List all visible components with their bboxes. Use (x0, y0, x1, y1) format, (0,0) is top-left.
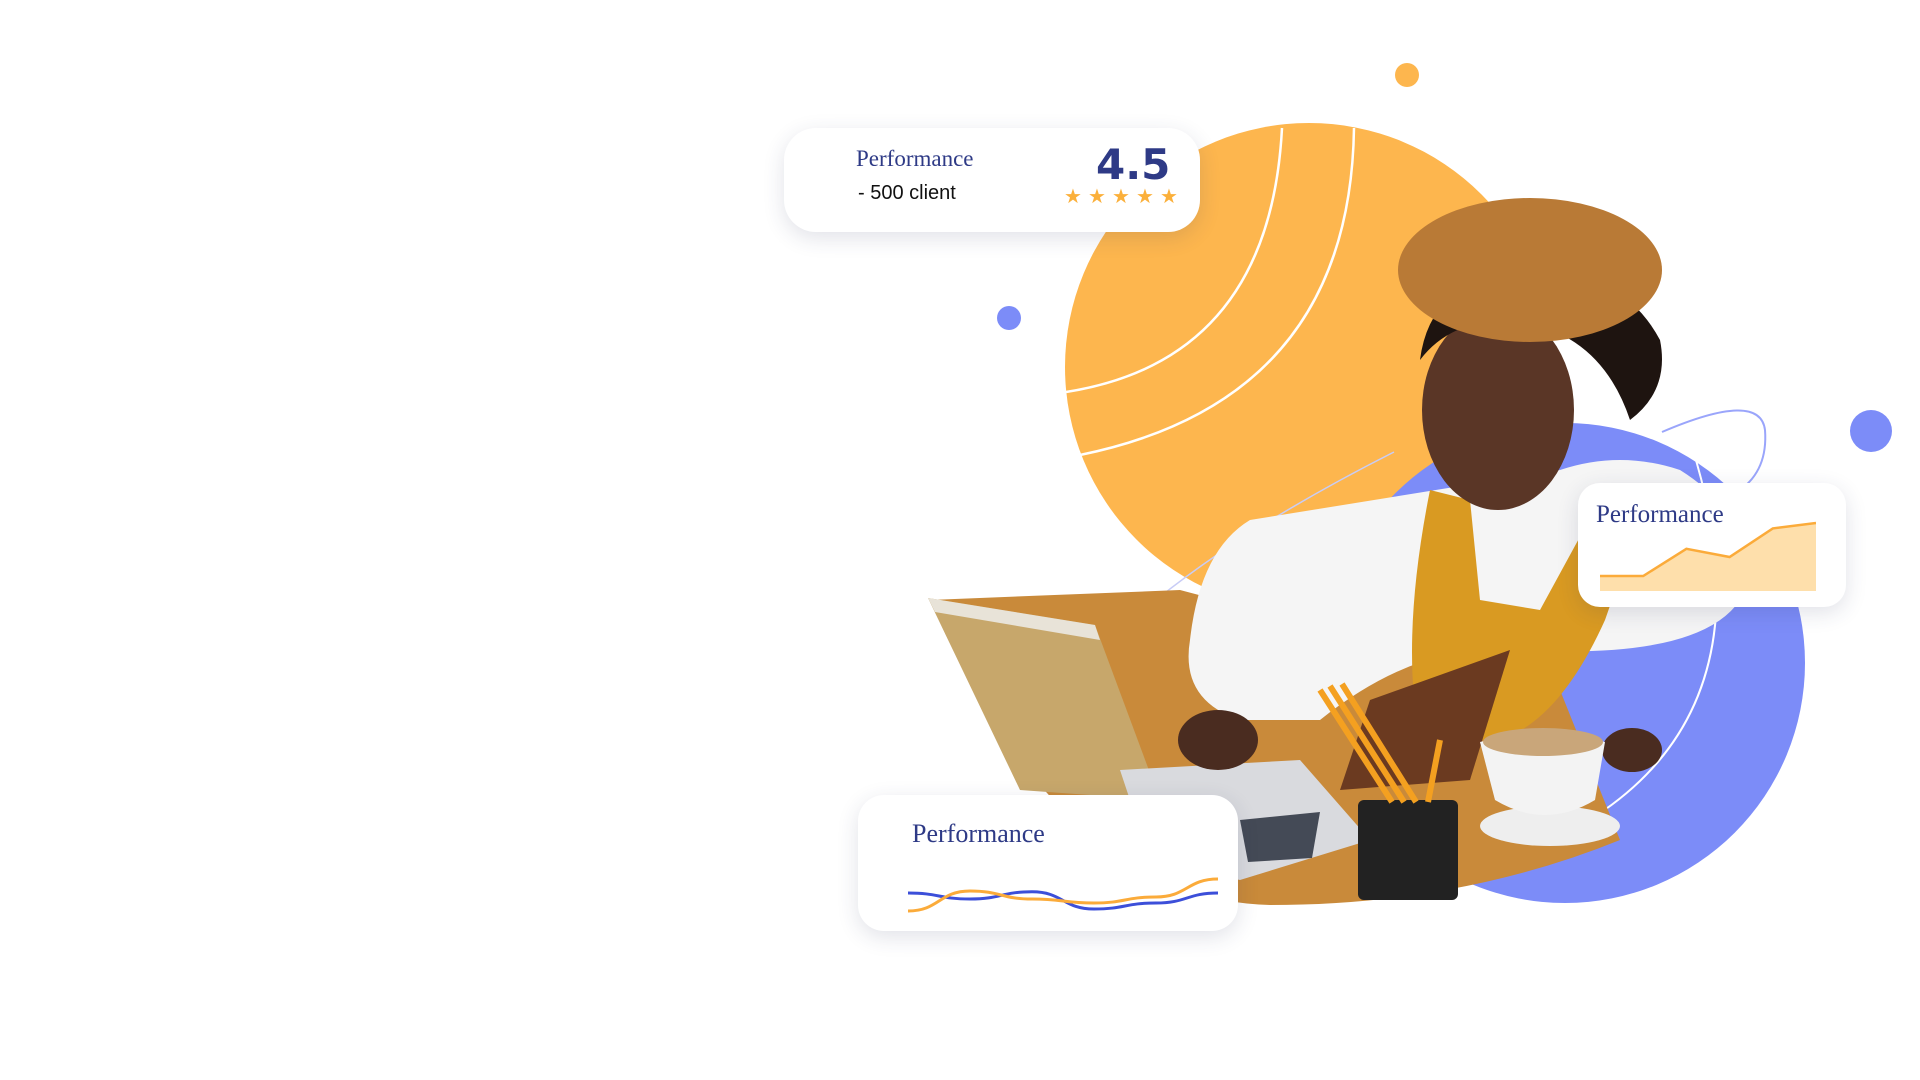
orange-dot-top (1395, 63, 1419, 87)
line-chart-card: Performance (858, 795, 1238, 931)
line-series-2 (908, 877, 1218, 913)
star-icon: ★ (1064, 184, 1082, 208)
star-icon: ★ (1088, 184, 1106, 208)
area-chart-card: Performance (1578, 483, 1846, 607)
pencil-holder (1358, 800, 1458, 900)
laptop-keyboard (1240, 812, 1320, 862)
rating-score: 4.5 (1096, 140, 1171, 189)
line-chart (908, 877, 1218, 913)
area-fill (1600, 523, 1816, 591)
rating-card: Performance - 500 client 4.5 ★ ★ ★ ★ ★ (784, 128, 1200, 232)
star-icon: ★ (1136, 184, 1154, 208)
hand-left (1178, 710, 1258, 770)
coffee (1483, 728, 1603, 756)
star-rating: ★ ★ ★ ★ ★ (1064, 186, 1180, 206)
beret (1398, 198, 1662, 342)
rating-card-title: Performance (856, 146, 974, 171)
star-icon: ★ (1112, 184, 1130, 208)
hero-illustration: Performance - 500 client 4.5 ★ ★ ★ ★ ★ P… (0, 0, 1920, 1080)
blue-dot-right (1850, 410, 1892, 452)
hand-right (1602, 728, 1662, 772)
blue-dot-left (997, 306, 1021, 330)
area-chart (1600, 521, 1816, 591)
rating-card-subtitle: - 500 client (858, 182, 956, 204)
star-icon: ★ (1160, 184, 1178, 208)
